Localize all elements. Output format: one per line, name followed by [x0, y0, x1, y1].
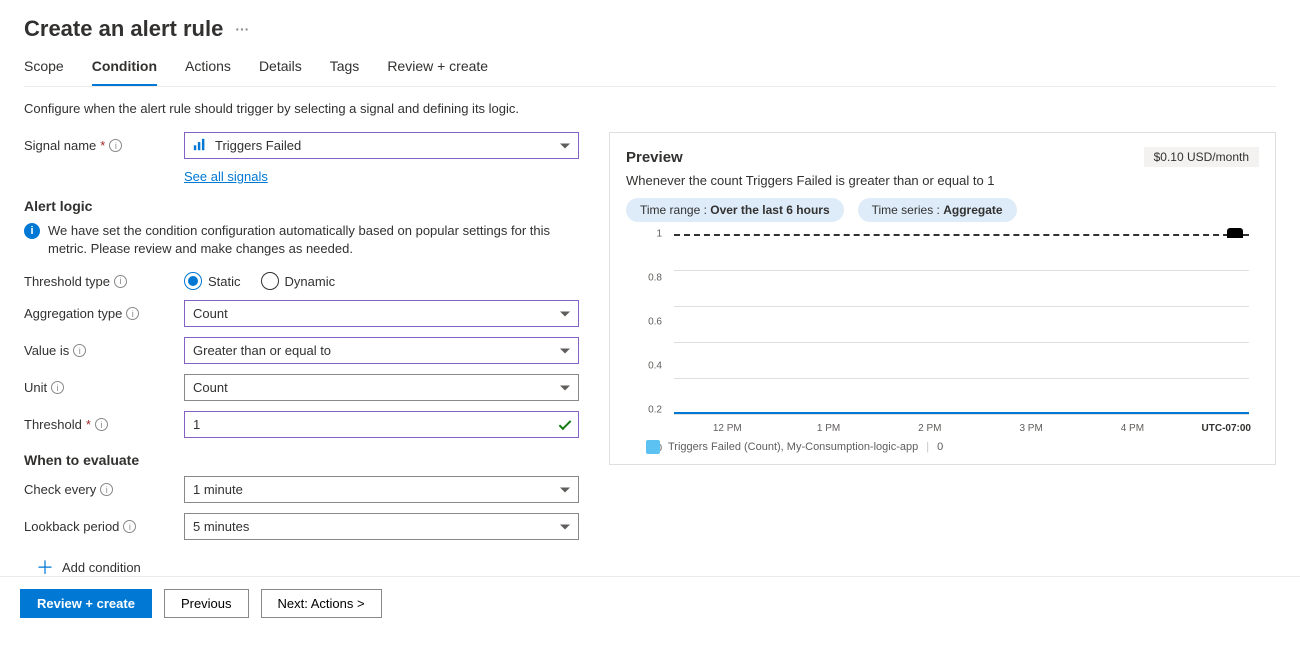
threshold-type-dynamic-radio[interactable]: Dynamic: [261, 272, 336, 290]
chevron-down-icon: [560, 524, 570, 529]
x-tick: 4 PM: [1121, 423, 1144, 434]
info-icon: i: [24, 223, 40, 239]
more-icon[interactable]: ···: [235, 21, 249, 37]
required-icon: *: [86, 417, 91, 432]
info-icon[interactable]: i: [73, 344, 86, 357]
aggregation-type-dropdown[interactable]: Count: [184, 300, 579, 327]
threshold-input[interactable]: 1: [184, 411, 579, 438]
threshold-line: [674, 234, 1249, 236]
chart-legend: Triggers Failed (Count), My-Consumption-…: [646, 440, 943, 454]
x-tick: 3 PM: [1019, 423, 1042, 434]
y-tick: 1: [626, 229, 668, 240]
tab-actions[interactable]: Actions: [185, 50, 231, 86]
time-range-pill[interactable]: Time range : Over the last 6 hours: [626, 198, 844, 222]
price-badge: $0.10 USD/month: [1144, 147, 1259, 167]
required-icon: *: [100, 138, 105, 153]
preview-title: Preview: [626, 149, 683, 166]
chart-series-line: [674, 412, 1249, 414]
lookback-period-label: Lookback period: [24, 519, 119, 534]
signal-name-value: Triggers Failed: [215, 138, 301, 153]
chevron-down-icon: [560, 487, 570, 492]
y-tick: 0.6: [626, 317, 668, 328]
value-is-dropdown[interactable]: Greater than or equal to: [184, 337, 579, 364]
preview-description: Whenever the count Triggers Failed is gr…: [626, 173, 1259, 188]
time-series-pill[interactable]: Time series : Aggregate: [858, 198, 1017, 222]
info-icon[interactable]: i: [95, 418, 108, 431]
tab-tags[interactable]: Tags: [330, 50, 360, 86]
tab-condition[interactable]: Condition: [92, 50, 157, 86]
info-icon[interactable]: i: [114, 275, 127, 288]
next-actions-button[interactable]: Next: Actions >: [261, 589, 382, 618]
signal-name-label: Signal name: [24, 138, 96, 153]
chevron-down-icon: [560, 385, 570, 390]
page-title: Create an alert rule: [24, 16, 223, 42]
info-icon[interactable]: i: [100, 483, 113, 496]
value-is-label: Value is: [24, 343, 69, 358]
alert-logic-heading: Alert logic: [24, 198, 579, 214]
alert-logic-note: We have set the condition configuration …: [48, 222, 579, 258]
review-create-button[interactable]: Review + create: [20, 589, 152, 618]
unit-dropdown[interactable]: Count: [184, 374, 579, 401]
x-tick: 12 PM: [713, 423, 742, 434]
check-every-label: Check every: [24, 482, 96, 497]
info-icon[interactable]: i: [126, 307, 139, 320]
y-tick: 0.2: [626, 405, 668, 416]
tabs: Scope Condition Actions Details Tags Rev…: [24, 50, 1276, 87]
info-icon[interactable]: i: [123, 520, 136, 533]
metric-icon: [193, 138, 206, 154]
checkmark-icon: [559, 417, 572, 430]
threshold-label: Threshold: [24, 417, 82, 432]
footer-buttons: Review + create Previous Next: Actions >: [0, 576, 1300, 630]
x-tick: 1 PM: [817, 423, 840, 434]
signal-name-dropdown[interactable]: Triggers Failed: [184, 132, 579, 159]
radio-checked-icon: [184, 272, 202, 290]
threshold-type-static-radio[interactable]: Static: [184, 272, 241, 290]
threshold-type-label: Threshold type: [24, 274, 110, 289]
when-to-evaluate-heading: When to evaluate: [24, 452, 579, 468]
threshold-flag-icon: [1227, 228, 1243, 238]
tab-review[interactable]: Review + create: [387, 50, 488, 86]
preview-chart: 1 0.8 0.6 0.4 0.2 0 12 PM 1 PM: [626, 234, 1259, 454]
check-every-dropdown[interactable]: 1 minute: [184, 476, 579, 503]
x-tick: 2 PM: [918, 423, 941, 434]
see-all-signals-link[interactable]: See all signals: [184, 169, 268, 184]
radio-unchecked-icon: [261, 272, 279, 290]
unit-label: Unit: [24, 380, 47, 395]
aggregation-type-label: Aggregation type: [24, 306, 122, 321]
tab-scope[interactable]: Scope: [24, 50, 64, 86]
tab-details[interactable]: Details: [259, 50, 302, 86]
timezone-label: UTC-07:00: [1202, 423, 1251, 434]
info-icon[interactable]: i: [109, 139, 122, 152]
legend-color-swatch: [646, 440, 660, 454]
info-icon[interactable]: i: [51, 381, 64, 394]
chevron-down-icon: [560, 348, 570, 353]
tab-description: Configure when the alert rule should tri…: [24, 101, 1276, 116]
chevron-down-icon: [560, 143, 570, 148]
preview-card: Preview $0.10 USD/month Whenever the cou…: [609, 132, 1276, 465]
y-tick: 0.8: [626, 273, 668, 284]
chevron-down-icon: [560, 311, 570, 316]
previous-button[interactable]: Previous: [164, 589, 249, 618]
lookback-period-dropdown[interactable]: 5 minutes: [184, 513, 579, 540]
y-tick: 0.4: [626, 361, 668, 372]
